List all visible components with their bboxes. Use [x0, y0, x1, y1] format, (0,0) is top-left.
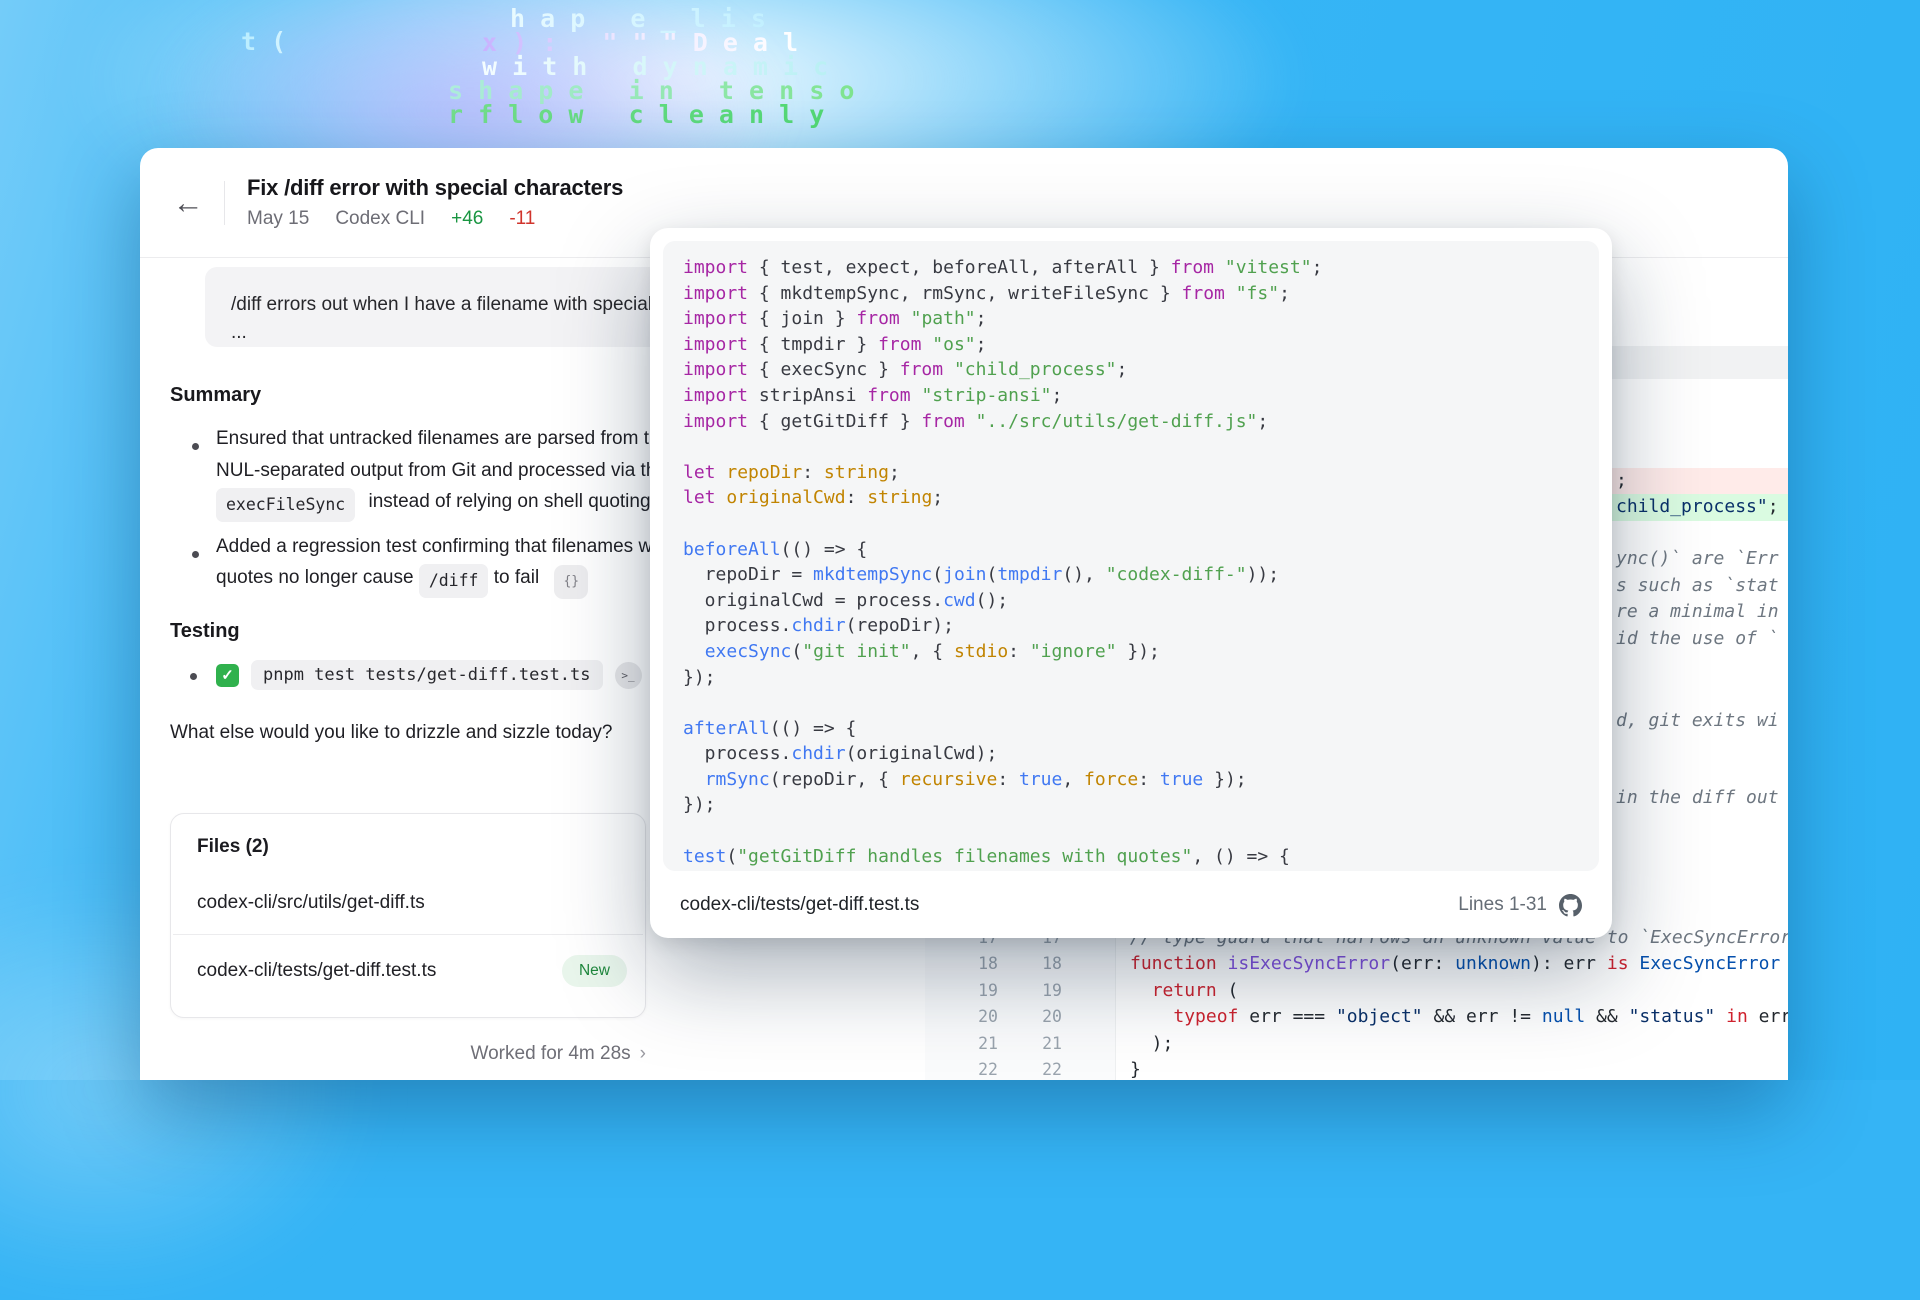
code-reference-badge[interactable]: {}	[554, 565, 588, 599]
code-line: process.chdir(repoDir);	[683, 613, 1599, 639]
task-project[interactable]: Codex CLI	[335, 208, 425, 230]
code-chip-execfilesync: execFileSync	[216, 488, 355, 522]
back-arrow-icon: ←	[173, 185, 204, 221]
diff-code-text: return (	[1130, 977, 1238, 1004]
diff-deletions: -11	[509, 208, 535, 230]
diff-comment-fragment: in the diff out	[1616, 787, 1779, 808]
summary-bullet-line: Ensured that untracked filenames are par…	[216, 426, 670, 452]
code-line: import { tmpdir } from "os";	[683, 332, 1599, 358]
code-line: import { mkdtempSync, rmSync, writeFileS…	[683, 281, 1599, 307]
code-line: beforeAll(() => {	[683, 537, 1599, 563]
diff-added-text: ;	[1768, 496, 1779, 517]
diff-row: 18 18 function isExecSyncError(err: unknow…	[140, 950, 1788, 977]
background-floating-code-line: r f l o w c l e a n l y	[448, 100, 824, 129]
summary-heading: Summary	[170, 384, 261, 407]
task-card: ← Fix /diff error with special character…	[140, 148, 1788, 1080]
code-line: test("getGitDiff handles filenames with …	[683, 844, 1599, 870]
header-divider	[224, 181, 225, 225]
diff-comment-fragment: id the use of `	[1616, 628, 1779, 649]
code-line: let originalCwd: string;	[683, 485, 1599, 511]
task-date: May 15	[247, 208, 309, 230]
file-path: codex-cli/src/utils/get-diff.ts	[197, 892, 425, 914]
code-line: repoDir = mkdtempSync(join(tmpdir(), "co…	[683, 562, 1599, 588]
code-line: import { test, expect, beforeAll, afterA…	[683, 255, 1599, 281]
diff-code-text: );	[1130, 1030, 1173, 1057]
test-command-chip: pnpm test tests/get-diff.test.ts	[251, 660, 603, 690]
code-line: import { execSync } from "child_process"…	[683, 357, 1599, 383]
code-preview-body[interactable]: import { test, expect, beforeAll, afterA…	[663, 241, 1599, 871]
code-line: process.chdir(originalCwd);	[683, 741, 1599, 767]
diff-row: 21 21 );	[140, 1030, 1788, 1057]
assistant-question: What else would you like to drizzle and …	[170, 722, 613, 744]
task-title: Fix /diff error with special characters	[247, 175, 623, 201]
code-line: originalCwd = process.cwd();	[683, 588, 1599, 614]
diff-line-number-new: 21	[1010, 1030, 1062, 1057]
diff-additions: +46	[451, 208, 483, 230]
summary-bullet-text: to fail	[494, 567, 539, 588]
code-line	[683, 511, 1599, 537]
diff-line-number-new: 18	[1010, 950, 1062, 977]
testing-bullet: ✓ pnpm test tests/get-diff.test.ts >_	[216, 660, 642, 690]
terminal-icon[interactable]: >_	[615, 662, 642, 689]
diff-line-number-old: 22	[946, 1056, 998, 1080]
diff-comment-fragment: ync()` are `Err	[1616, 548, 1779, 569]
code-line: });	[683, 665, 1599, 691]
background-floating-code-line: t (	[241, 27, 286, 56]
diff-row: 20 20 typeof err === "object" && err != n…	[140, 1003, 1788, 1030]
files-panel-title: Files (2)	[171, 814, 645, 872]
code-chip-diff-command: /diff	[419, 564, 489, 598]
summary-bullet-line: execFileSync instead of relying on shell…	[216, 488, 651, 522]
testing-heading: Testing	[170, 620, 240, 643]
diff-line-number-old: 18	[946, 950, 998, 977]
code-line: import { getGitDiff } from "../src/utils…	[683, 409, 1599, 435]
bullet-dot	[192, 443, 199, 450]
code-preview-line-range: Lines 1-31	[1458, 894, 1547, 916]
code-preview-footer: codex-cli/tests/get-diff.test.ts Lines 1…	[650, 872, 1612, 938]
check-passed-icon: ✓	[216, 664, 239, 687]
code-line: afterAll(() => {	[683, 716, 1599, 742]
code-line: execSync("git init", { stdio: "ignore" }…	[683, 639, 1599, 665]
diff-line-number-new: 20	[1010, 1003, 1062, 1030]
code-line	[683, 434, 1599, 460]
code-preview-popup: import { test, expect, beforeAll, afterA…	[650, 228, 1612, 938]
summary-bullet-text: quotes no longer cause	[216, 567, 419, 588]
code-line: let repoDir: string;	[683, 460, 1599, 486]
diff-line-number-old: 21	[946, 1030, 998, 1057]
code-line	[683, 818, 1599, 844]
diff-line-number-new: 19	[1010, 977, 1062, 1004]
code-line: rmSync(repoDir, { recursive: true, force…	[683, 767, 1599, 793]
summary-bullet-line: quotes no longer cause /diff to fail {}	[216, 564, 588, 599]
code-line: });	[683, 792, 1599, 818]
code-line: import { join } from "path";	[683, 306, 1599, 332]
code-line	[683, 690, 1599, 716]
diff-code-text: function isExecSyncError(err: unknown): …	[1130, 950, 1780, 977]
bullet-dot	[190, 673, 197, 680]
code-line: import stripAnsi from "strip-ansi";	[683, 383, 1599, 409]
diff-comment-fragment: d, git exits wi	[1616, 710, 1779, 731]
summary-bullet-line: Added a regression test confirming that …	[216, 534, 672, 560]
bullet-dot	[192, 551, 199, 558]
diff-line-number-old: 20	[946, 1003, 998, 1030]
diff-comment-fragment: re a minimal in	[1616, 601, 1779, 622]
diff-line-number-old: 19	[946, 977, 998, 1004]
github-icon[interactable]	[1559, 894, 1582, 917]
code-preview-file-path: codex-cli/tests/get-diff.test.ts	[680, 894, 919, 916]
diff-code-text: }	[1130, 1056, 1141, 1080]
diff-added-string: child_process"	[1616, 496, 1768, 517]
diff-row: 22 22}	[140, 1056, 1788, 1080]
diff-line-number-new: 22	[1010, 1056, 1062, 1080]
diff-row: 19 19 return (	[140, 977, 1788, 1004]
diff-deleted-text: ;	[1616, 470, 1627, 491]
back-button[interactable]: ←	[166, 181, 210, 225]
summary-bullet-line: NUL-separated output from Git and proces…	[216, 458, 667, 484]
summary-bullet-text: instead of relying on shell quoting	[369, 491, 651, 512]
diff-comment-fragment: s such as `stat	[1616, 575, 1779, 596]
diff-code-text: typeof err === "object" && err != null &…	[1130, 1003, 1788, 1030]
